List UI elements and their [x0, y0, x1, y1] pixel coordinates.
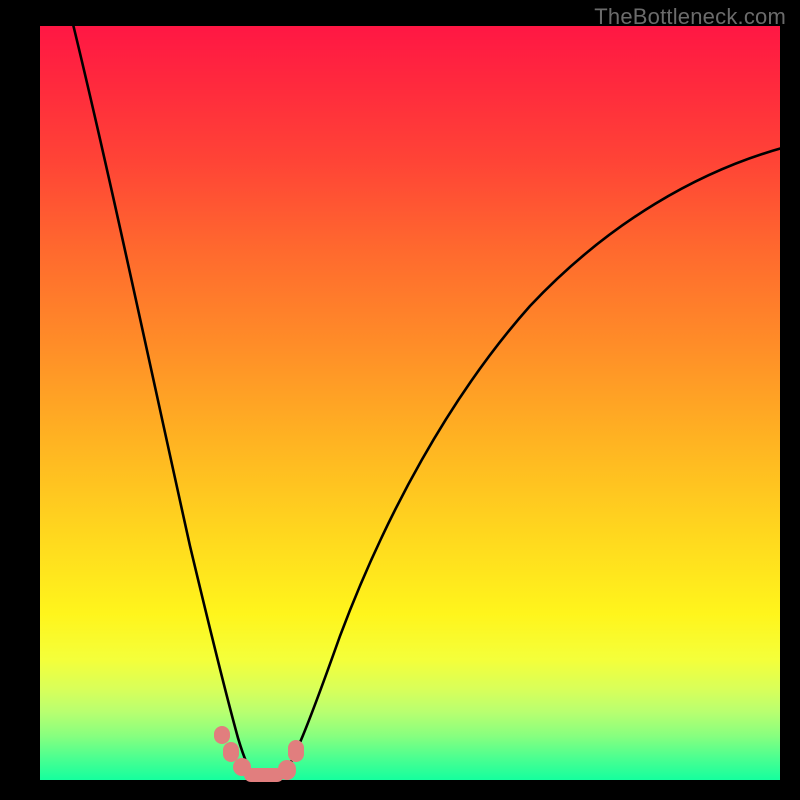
marker-blob: [278, 760, 296, 780]
plot-area: [40, 26, 780, 780]
marker-blob: [288, 740, 304, 762]
right-branch-curve: [280, 148, 782, 780]
marker-blob: [214, 726, 230, 744]
curve-layer: [40, 26, 780, 780]
chart-frame: TheBottleneck.com: [0, 0, 800, 800]
left-branch-curve: [72, 20, 258, 780]
